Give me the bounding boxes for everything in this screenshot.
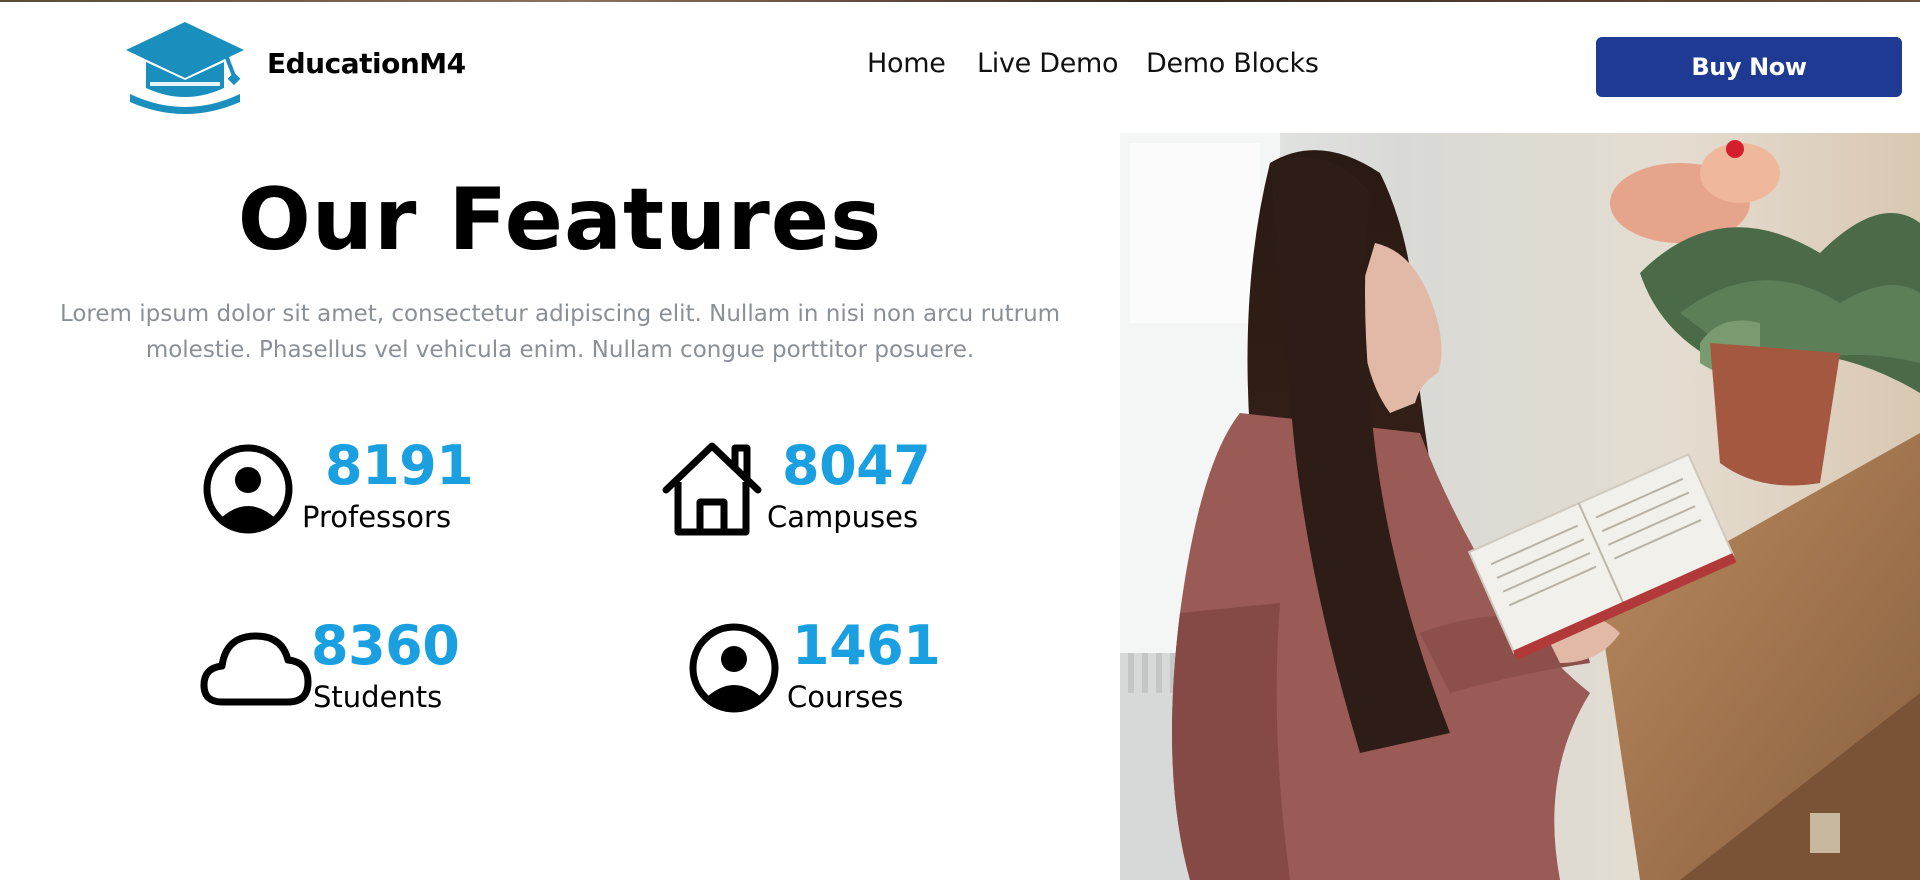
stat-label: Courses bbox=[787, 680, 904, 714]
buy-now-button[interactable]: Buy Now bbox=[1596, 37, 1902, 97]
hero-photo-woman-reading bbox=[1120, 133, 1920, 880]
stat-value: 8191 bbox=[325, 434, 474, 497]
stat-label: Campuses bbox=[767, 500, 919, 534]
cloud-icon bbox=[200, 632, 312, 706]
features-description: Lorem ipsum dolor sit amet, consectetur … bbox=[30, 296, 1090, 368]
description-line-2: molestie. Phasellus vel vehicula enim. N… bbox=[145, 337, 975, 363]
user-circle-icon bbox=[689, 623, 779, 713]
stat-value: 8360 bbox=[311, 614, 460, 677]
top-border bbox=[0, 0, 1920, 2]
nav-demo-blocks[interactable]: Demo Blocks bbox=[1146, 48, 1319, 79]
user-circle-icon bbox=[203, 444, 293, 534]
description-line-1: Lorem ipsum dolor sit amet, consectetur … bbox=[59, 301, 1061, 327]
nav-home[interactable]: Home bbox=[867, 48, 946, 79]
nav-live-demo[interactable]: Live Demo bbox=[977, 48, 1119, 79]
stat-label: Professors bbox=[302, 500, 452, 534]
stat-label: Students bbox=[313, 680, 443, 714]
stat-value: 8047 bbox=[782, 434, 931, 497]
stat-value: 1461 bbox=[792, 614, 941, 677]
page-title: Our Features bbox=[237, 170, 883, 270]
house-icon bbox=[662, 442, 762, 536]
